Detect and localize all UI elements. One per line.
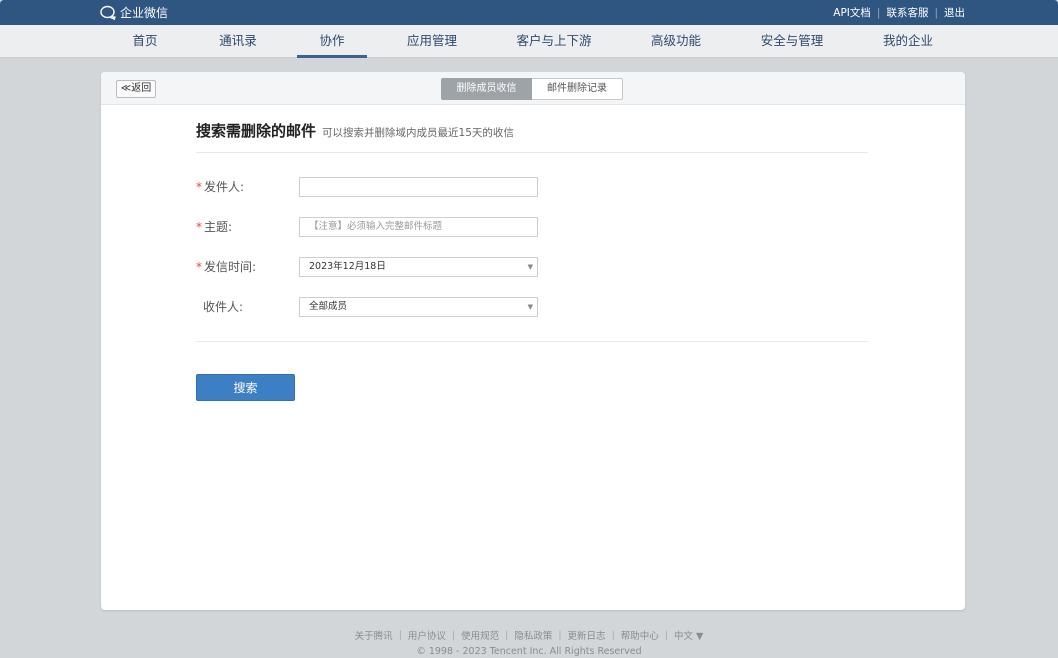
subject-label: * 主题: xyxy=(196,217,232,237)
back-button[interactable]: ≪返回 xyxy=(116,80,156,98)
dropdown-arrow-icon: ▼ xyxy=(527,303,533,311)
nav-item-app-management[interactable]: 应用管理 xyxy=(407,25,457,58)
logout-link[interactable]: 退出 xyxy=(944,5,965,20)
subject-input[interactable]: 【注意】必须输入完整邮件标题 xyxy=(299,217,538,237)
link-separator: | xyxy=(876,6,881,19)
link-separator: | xyxy=(505,629,509,641)
footer-link-user-agreement[interactable]: 用户协议 xyxy=(408,628,446,642)
nav-item-contacts[interactable]: 通讯录 xyxy=(219,25,257,58)
nav-item-my-enterprise[interactable]: 我的企业 xyxy=(883,25,933,58)
logo-text: 企业微信 xyxy=(120,6,169,20)
send-time-label: * 发信时间: xyxy=(196,257,256,277)
language-selector[interactable]: 中文 ▼ xyxy=(674,628,703,642)
contact-support-link[interactable]: 联系客服 xyxy=(886,5,928,20)
copyright: © 1998 - 2023 Tencent Inc. All Rights Re… xyxy=(416,646,642,657)
page-title: 搜索需删除的邮件 xyxy=(196,122,317,140)
nav-item-collaboration[interactable]: 协作 xyxy=(319,25,344,58)
page-subtitle: 可以搜索并删除域内成员最近15天的收信 xyxy=(322,127,514,139)
nav-item-customers[interactable]: 客户与上下游 xyxy=(516,25,591,58)
divider xyxy=(196,152,868,153)
footer-link-privacy[interactable]: 隐私政策 xyxy=(514,628,552,642)
subject-label-text: 主题: xyxy=(204,220,233,234)
link-separator: | xyxy=(558,629,562,641)
link-separator: | xyxy=(398,629,402,641)
footer-link-about[interactable]: 关于腾讯 xyxy=(355,628,393,642)
top-bar: 企业微信 API文档 | 联系客服 | 退出 xyxy=(0,0,1058,25)
tab-deletion-records[interactable]: 邮件删除记录 xyxy=(532,78,623,100)
tab-switcher: 删除成员收信 邮件删除记录 xyxy=(441,78,623,100)
link-separator: | xyxy=(934,6,938,19)
nav-item-security[interactable]: 安全与管理 xyxy=(761,25,824,58)
required-mark: * xyxy=(196,180,202,194)
recipient-label: 收件人: xyxy=(203,300,244,314)
required-mark: * xyxy=(196,260,202,274)
link-separator: | xyxy=(664,629,668,641)
nav-item-advanced[interactable]: 高级功能 xyxy=(651,25,701,58)
recipient-value: 全部成员 xyxy=(309,301,348,312)
card-header: ≪返回 删除成员收信 邮件删除记录 xyxy=(101,72,965,105)
footer-link-changelog[interactable]: 更新日志 xyxy=(568,628,606,642)
footer-links: 关于腾讯 | 用户协议 | 使用规范 | 隐私政策 | 更新日志 | 帮助中心 … xyxy=(0,628,1058,643)
send-time-label-text: 发信时间: xyxy=(204,260,257,274)
recipient-select[interactable]: 全部成员 ▼ xyxy=(299,297,538,317)
footer: 关于腾讯 | 用户协议 | 使用规范 | 隐私政策 | 更新日志 | 帮助中心 … xyxy=(0,628,1058,658)
main-nav: 首页 通讯录 协作 应用管理 客户与上下游 高级功能 安全与管理 我的企业 xyxy=(0,25,1058,58)
content-card: ≪返回 删除成员收信 邮件删除记录 搜索需删除的邮件 可以搜索并删除域内成员最近… xyxy=(101,72,965,610)
wecom-logo-icon xyxy=(100,5,116,20)
sender-label: * 发件人: xyxy=(196,177,244,197)
title-row: 搜索需删除的邮件 可以搜索并删除域内成员最近15天的收信 xyxy=(196,120,514,141)
tab-delete-member-mail[interactable]: 删除成员收信 xyxy=(441,78,532,100)
send-time-value: 2023年12月18日 xyxy=(309,261,386,272)
api-docs-link[interactable]: API文档 xyxy=(833,5,871,20)
send-time-select[interactable]: 2023年12月18日 ▼ xyxy=(299,257,538,277)
sender-input[interactable] xyxy=(299,177,538,197)
top-links: API文档 | 联系客服 | 退出 xyxy=(833,5,965,20)
divider xyxy=(196,341,868,342)
required-mark: * xyxy=(196,220,202,234)
sender-label-text: 发件人: xyxy=(204,180,245,194)
nav-active-indicator xyxy=(297,55,367,58)
link-separator: | xyxy=(451,629,456,641)
footer-link-help[interactable]: 帮助中心 xyxy=(621,628,659,642)
footer-link-usage-rules[interactable]: 使用规范 xyxy=(461,628,499,642)
search-button[interactable]: 搜索 xyxy=(196,374,295,401)
dropdown-arrow-icon: ▼ xyxy=(527,263,533,271)
logo[interactable]: 企业微信 xyxy=(100,4,168,21)
nav-item-home[interactable]: 首页 xyxy=(132,25,157,58)
link-separator: | xyxy=(611,629,615,641)
